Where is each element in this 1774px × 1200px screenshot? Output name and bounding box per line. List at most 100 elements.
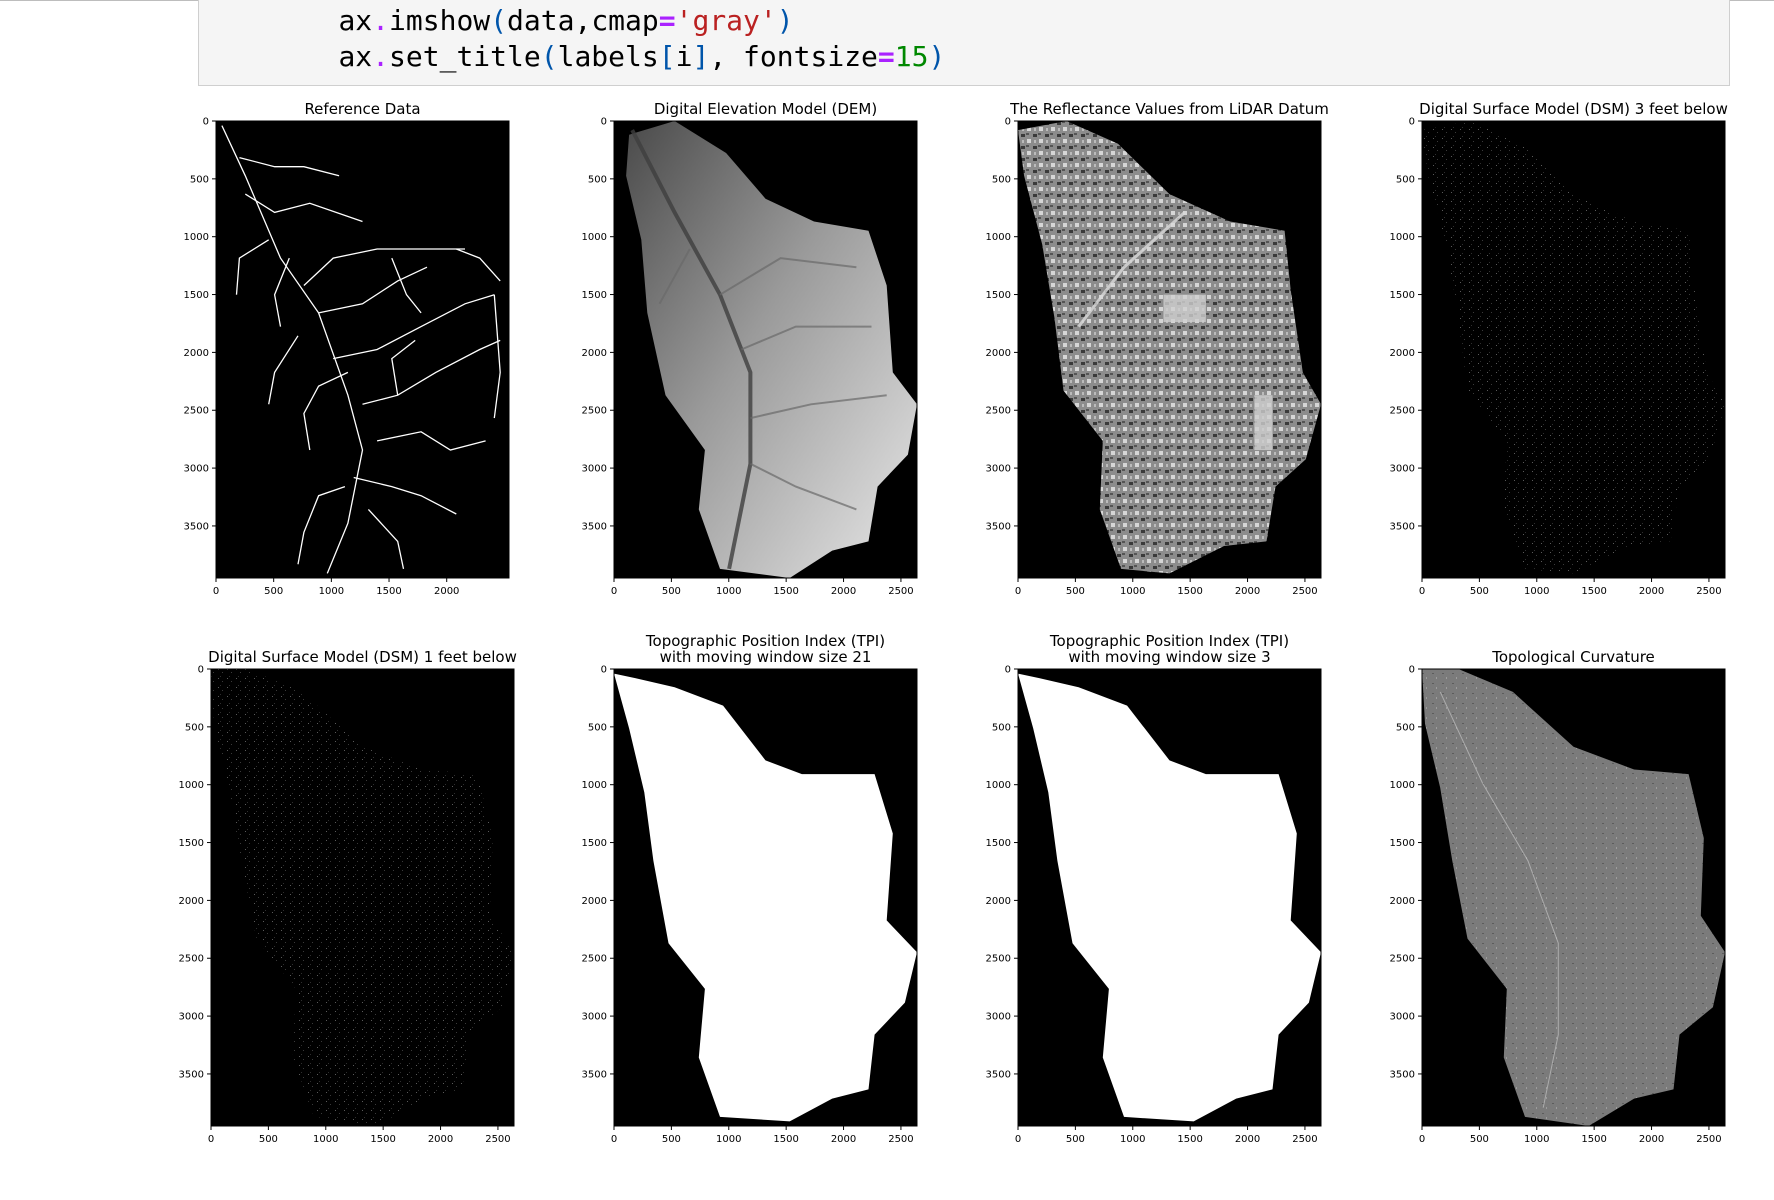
y-tick-label: 1000 bbox=[582, 780, 607, 791]
x-tick-label: 1500 bbox=[376, 586, 401, 597]
subplot-panel: Digital Elevation Model (DEM) 0 500 1000 150… bbox=[582, 100, 918, 597]
y-tick-label: 3500 bbox=[582, 1069, 607, 1080]
x-tick-label: 1000 bbox=[1120, 586, 1145, 597]
y-tick-label: 0 bbox=[601, 117, 607, 128]
subplot-panel: Topographic Position Index (TPI)with mov… bbox=[986, 632, 1322, 1145]
y-tick-label: 3000 bbox=[1390, 464, 1415, 475]
x-tick-label: 500 bbox=[264, 586, 283, 597]
x-tick-label: 1000 bbox=[716, 1134, 741, 1145]
y-tick-label: 1000 bbox=[986, 232, 1011, 243]
x-tick-label: 2500 bbox=[485, 1134, 510, 1145]
x-tick-label: 1000 bbox=[319, 586, 344, 597]
y-tick-label: 3500 bbox=[582, 521, 607, 532]
y-tick-label: 3000 bbox=[184, 464, 209, 475]
x-tick-label: 2000 bbox=[1235, 1134, 1260, 1145]
x-tick-label: 1500 bbox=[773, 586, 798, 597]
x-tick-label: 500 bbox=[662, 1134, 681, 1145]
x-tick-label: 2500 bbox=[888, 586, 913, 597]
y-tick-label: 0 bbox=[1409, 117, 1415, 128]
x-tick-label: 500 bbox=[1470, 1134, 1489, 1145]
x-tick-label: 1000 bbox=[1524, 1134, 1549, 1145]
subplot-title: Digital Surface Model (DSM) 3 feet below bbox=[1419, 100, 1728, 118]
y-tick-label: 2500 bbox=[986, 406, 1011, 417]
y-tick-label: 3500 bbox=[986, 1069, 1011, 1080]
output-figure: Reference Data 0 500 1000 1500 2000 2500 3000 35… bbox=[179, 100, 1728, 1145]
y-tick-label: 2500 bbox=[184, 406, 209, 417]
x-tick-label: 1500 bbox=[773, 1134, 798, 1145]
x-tick-label: 2000 bbox=[1639, 586, 1664, 597]
x-tick-label: 2500 bbox=[1292, 1134, 1317, 1145]
y-tick-label: 2000 bbox=[184, 348, 209, 359]
y-tick-label: 0 bbox=[1005, 117, 1011, 128]
x-tick-label: 0 bbox=[611, 586, 617, 597]
y-tick-label: 3000 bbox=[986, 464, 1011, 475]
subplot-title: with moving window size 3 bbox=[1068, 648, 1270, 666]
y-tick-label: 2000 bbox=[582, 348, 607, 359]
y-tick-label: 1500 bbox=[1390, 290, 1415, 301]
y-tick-label: 1500 bbox=[179, 838, 204, 849]
x-tick-label: 1500 bbox=[370, 1134, 395, 1145]
y-tick-label: 3500 bbox=[1390, 521, 1415, 532]
subplot-title: Digital Elevation Model (DEM) bbox=[654, 100, 877, 118]
y-tick-label: 500 bbox=[992, 722, 1011, 733]
y-tick-label: 3000 bbox=[582, 464, 607, 475]
y-tick-label: 1000 bbox=[986, 780, 1011, 791]
y-tick-label: 2500 bbox=[582, 406, 607, 417]
x-tick-label: 2000 bbox=[434, 586, 459, 597]
reflectance-bright-patch bbox=[1163, 294, 1206, 323]
y-tick-label: 2000 bbox=[1390, 348, 1415, 359]
x-tick-label: 1500 bbox=[1177, 1134, 1202, 1145]
y-tick-label: 2500 bbox=[1390, 954, 1415, 965]
y-tick-label: 3000 bbox=[179, 1012, 204, 1023]
x-tick-label: 2000 bbox=[831, 1134, 856, 1145]
x-tick-label: 0 bbox=[611, 1134, 617, 1145]
y-tick-label: 2000 bbox=[986, 896, 1011, 907]
y-tick-label: 2500 bbox=[582, 954, 607, 965]
y-tick-label: 0 bbox=[1005, 665, 1011, 676]
x-tick-label: 2500 bbox=[1696, 586, 1721, 597]
subplot-panel: Digital Surface Model (DSM) 3 feet below… bbox=[1390, 100, 1728, 597]
image-background bbox=[216, 121, 509, 578]
subplot-title: Reference Data bbox=[304, 100, 420, 118]
y-tick-label: 3000 bbox=[582, 1012, 607, 1023]
y-tick-label: 1500 bbox=[184, 290, 209, 301]
y-tick-label: 500 bbox=[1396, 722, 1415, 733]
y-tick-label: 0 bbox=[203, 117, 209, 128]
x-tick-label: 1000 bbox=[1120, 1134, 1145, 1145]
y-tick-label: 500 bbox=[992, 174, 1011, 185]
y-tick-label: 500 bbox=[190, 174, 209, 185]
x-tick-label: 2500 bbox=[1292, 586, 1317, 597]
x-tick-label: 2500 bbox=[888, 1134, 913, 1145]
subplot-title: with moving window size 21 bbox=[660, 648, 872, 666]
y-tick-label: 1500 bbox=[1390, 838, 1415, 849]
y-tick-label: 2000 bbox=[1390, 896, 1415, 907]
y-tick-label: 2500 bbox=[179, 954, 204, 965]
x-tick-label: 500 bbox=[1470, 586, 1489, 597]
subplot-title: Topological Curvature bbox=[1491, 648, 1655, 666]
x-tick-label: 500 bbox=[662, 586, 681, 597]
x-tick-label: 0 bbox=[1015, 1134, 1021, 1145]
x-tick-label: 2500 bbox=[1696, 1134, 1721, 1145]
y-tick-label: 1500 bbox=[582, 290, 607, 301]
y-tick-label: 2000 bbox=[179, 896, 204, 907]
x-tick-label: 500 bbox=[1066, 1134, 1085, 1145]
x-tick-label: 0 bbox=[213, 586, 219, 597]
x-tick-label: 2000 bbox=[428, 1134, 453, 1145]
y-tick-label: 3500 bbox=[986, 521, 1011, 532]
y-tick-label: 500 bbox=[588, 722, 607, 733]
y-tick-label: 0 bbox=[1409, 665, 1415, 676]
y-tick-label: 3000 bbox=[986, 1012, 1011, 1023]
x-tick-label: 2000 bbox=[1235, 586, 1260, 597]
y-tick-label: 2000 bbox=[582, 896, 607, 907]
y-tick-label: 2000 bbox=[986, 348, 1011, 359]
x-tick-label: 1000 bbox=[1524, 586, 1549, 597]
y-tick-label: 1000 bbox=[179, 780, 204, 791]
reflectance-bright-patch bbox=[1254, 395, 1273, 451]
y-tick-label: 1500 bbox=[986, 838, 1011, 849]
x-tick-label: 0 bbox=[1419, 586, 1425, 597]
x-tick-label: 1500 bbox=[1581, 586, 1606, 597]
x-tick-label: 0 bbox=[208, 1134, 214, 1145]
y-tick-label: 1000 bbox=[184, 232, 209, 243]
y-tick-label: 1000 bbox=[1390, 232, 1415, 243]
y-tick-label: 3500 bbox=[1390, 1069, 1415, 1080]
